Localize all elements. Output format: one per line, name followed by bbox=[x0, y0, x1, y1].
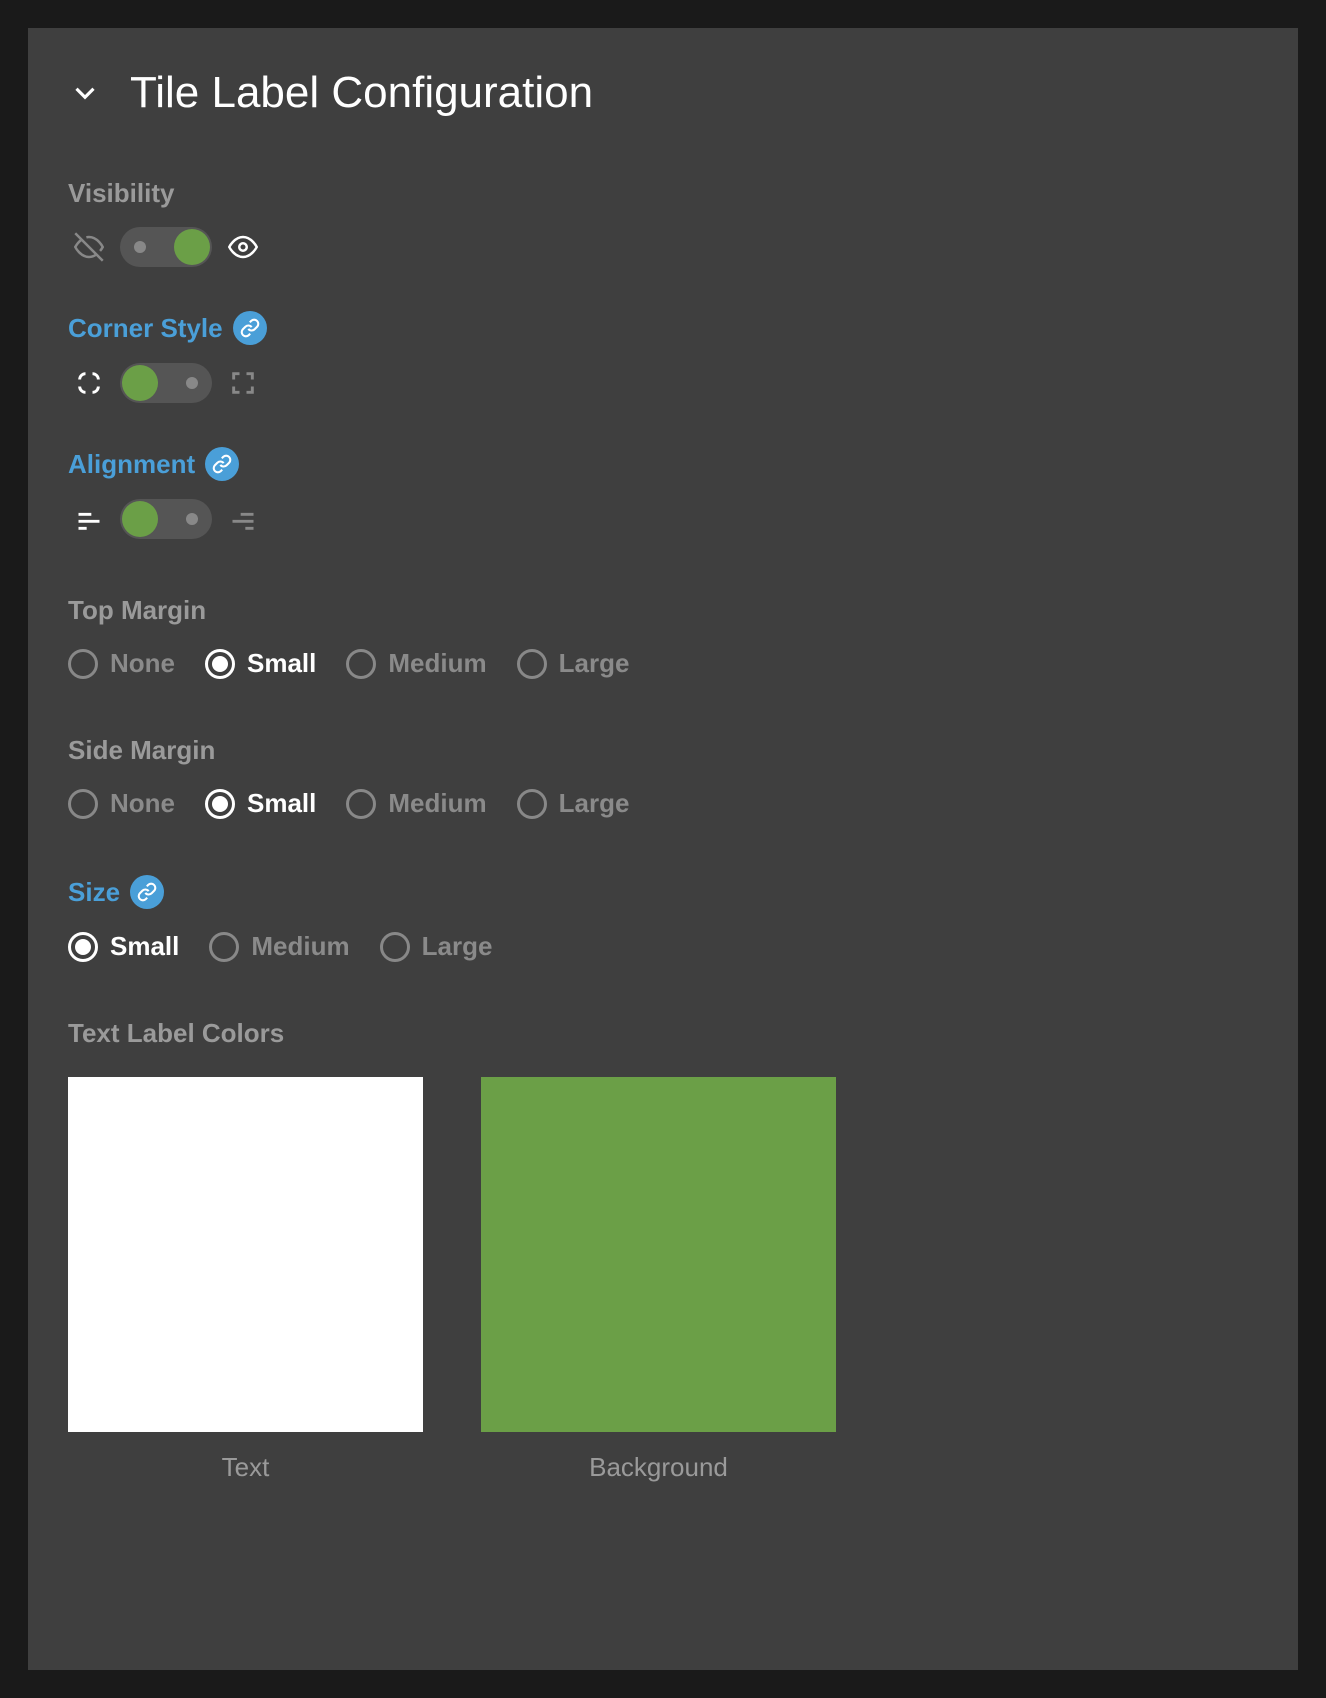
eye-off-icon bbox=[72, 230, 106, 264]
top-margin-label: Top Margin bbox=[68, 595, 206, 626]
swatch-label: Background bbox=[589, 1452, 728, 1483]
panel-header: Tile Label Configuration bbox=[68, 68, 1258, 118]
visibility-toggle[interactable] bbox=[120, 227, 212, 267]
radio-icon[interactable] bbox=[68, 789, 98, 819]
radio-icon[interactable] bbox=[517, 789, 547, 819]
radio-icon[interactable] bbox=[205, 649, 235, 679]
top-margin-option-small[interactable]: Small bbox=[205, 648, 316, 679]
side-margin-label: Side Margin bbox=[68, 735, 215, 766]
visibility-label: Visibility bbox=[68, 178, 174, 209]
side-margin-option-medium[interactable]: Medium bbox=[346, 788, 486, 819]
color-swatch-background: Background bbox=[481, 1077, 836, 1483]
radio-label: Small bbox=[247, 648, 316, 679]
config-panel: Tile Label Configuration Visibility Corn… bbox=[28, 28, 1298, 1670]
radio-icon[interactable] bbox=[68, 649, 98, 679]
swatch-box[interactable] bbox=[481, 1077, 836, 1432]
size-option-small[interactable]: Small bbox=[68, 931, 179, 962]
size-option-large[interactable]: Large bbox=[380, 931, 493, 962]
top-margin-section: Top Margin None Small Medium Large bbox=[68, 595, 1258, 679]
radio-icon[interactable] bbox=[380, 932, 410, 962]
link-icon[interactable] bbox=[130, 875, 164, 909]
eye-icon bbox=[226, 230, 260, 264]
top-margin-option-medium[interactable]: Medium bbox=[346, 648, 486, 679]
top-margin-radio-group: None Small Medium Large bbox=[68, 648, 1258, 679]
size-section: Size Small Medium Large bbox=[68, 875, 1258, 962]
side-margin-option-none[interactable]: None bbox=[68, 788, 175, 819]
size-radio-group: Small Medium Large bbox=[68, 931, 1258, 962]
side-margin-option-small[interactable]: Small bbox=[205, 788, 316, 819]
color-swatch-text: Text bbox=[68, 1077, 423, 1483]
side-margin-option-large[interactable]: Large bbox=[517, 788, 630, 819]
radio-icon[interactable] bbox=[68, 932, 98, 962]
colors-section: Text Label Colors Text Background bbox=[68, 1018, 1258, 1483]
top-margin-option-large[interactable]: Large bbox=[517, 648, 630, 679]
alignment-toggle[interactable] bbox=[120, 499, 212, 539]
radio-label: Medium bbox=[388, 648, 486, 679]
size-option-medium[interactable]: Medium bbox=[209, 931, 349, 962]
align-right-icon bbox=[226, 502, 260, 536]
radio-icon[interactable] bbox=[209, 932, 239, 962]
corner-style-section: Corner Style bbox=[68, 311, 1258, 403]
radio-label: Large bbox=[559, 788, 630, 819]
size-label: Size bbox=[68, 877, 120, 908]
radio-icon[interactable] bbox=[205, 789, 235, 819]
link-icon[interactable] bbox=[205, 447, 239, 481]
corner-style-label: Corner Style bbox=[68, 313, 223, 344]
square-corners-icon bbox=[226, 366, 260, 400]
rounded-corners-icon bbox=[72, 366, 106, 400]
visibility-section: Visibility bbox=[68, 178, 1258, 267]
radio-label: Large bbox=[422, 931, 493, 962]
radio-label: Medium bbox=[388, 788, 486, 819]
collapse-icon[interactable] bbox=[68, 76, 102, 110]
panel-title: Tile Label Configuration bbox=[130, 68, 593, 118]
radio-label: Small bbox=[247, 788, 316, 819]
alignment-label: Alignment bbox=[68, 449, 195, 480]
radio-icon[interactable] bbox=[346, 789, 376, 819]
colors-label: Text Label Colors bbox=[68, 1018, 284, 1049]
radio-icon[interactable] bbox=[517, 649, 547, 679]
alignment-section: Alignment bbox=[68, 447, 1258, 539]
side-margin-section: Side Margin None Small Medium Large bbox=[68, 735, 1258, 819]
link-icon[interactable] bbox=[233, 311, 267, 345]
radio-icon[interactable] bbox=[346, 649, 376, 679]
side-margin-radio-group: None Small Medium Large bbox=[68, 788, 1258, 819]
align-left-icon bbox=[72, 502, 106, 536]
top-margin-option-none[interactable]: None bbox=[68, 648, 175, 679]
radio-label: None bbox=[110, 788, 175, 819]
swatch-label: Text bbox=[222, 1452, 270, 1483]
radio-label: Large bbox=[559, 648, 630, 679]
radio-label: Small bbox=[110, 931, 179, 962]
radio-label: None bbox=[110, 648, 175, 679]
radio-label: Medium bbox=[251, 931, 349, 962]
corner-style-toggle[interactable] bbox=[120, 363, 212, 403]
swatch-box[interactable] bbox=[68, 1077, 423, 1432]
